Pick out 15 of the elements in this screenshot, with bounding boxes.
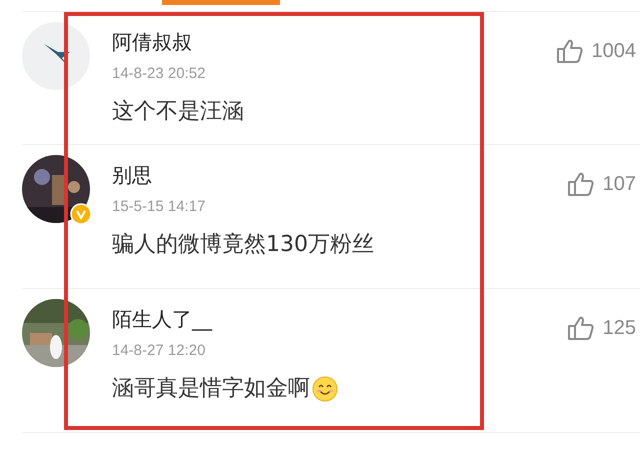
thumbs-up-icon <box>566 315 595 341</box>
comment-text: 涵哥真是惜字如金啊 <box>112 375 310 403</box>
thumbs-up-icon <box>556 38 584 64</box>
username[interactable]: 陌生人了__ <box>112 307 212 331</box>
like-button[interactable]: 107 <box>566 171 636 197</box>
thumbs-up-icon <box>566 171 595 197</box>
timestamp: 15-5-15 14:17 <box>112 198 206 216</box>
timestamp: 14-8-27 12:20 <box>112 342 206 360</box>
comment-text: 这个不是汪涵 <box>112 98 244 126</box>
like-button[interactable]: 1004 <box>556 38 636 64</box>
like-button[interactable]: 125 <box>566 315 636 341</box>
comment-text: 骗人的微博竟然130万粉丝 <box>112 231 374 259</box>
timestamp: 14-8-23 20:52 <box>112 65 206 83</box>
username[interactable]: 阿倩叔叔 <box>112 30 192 54</box>
username[interactable]: 别思 <box>112 163 152 187</box>
